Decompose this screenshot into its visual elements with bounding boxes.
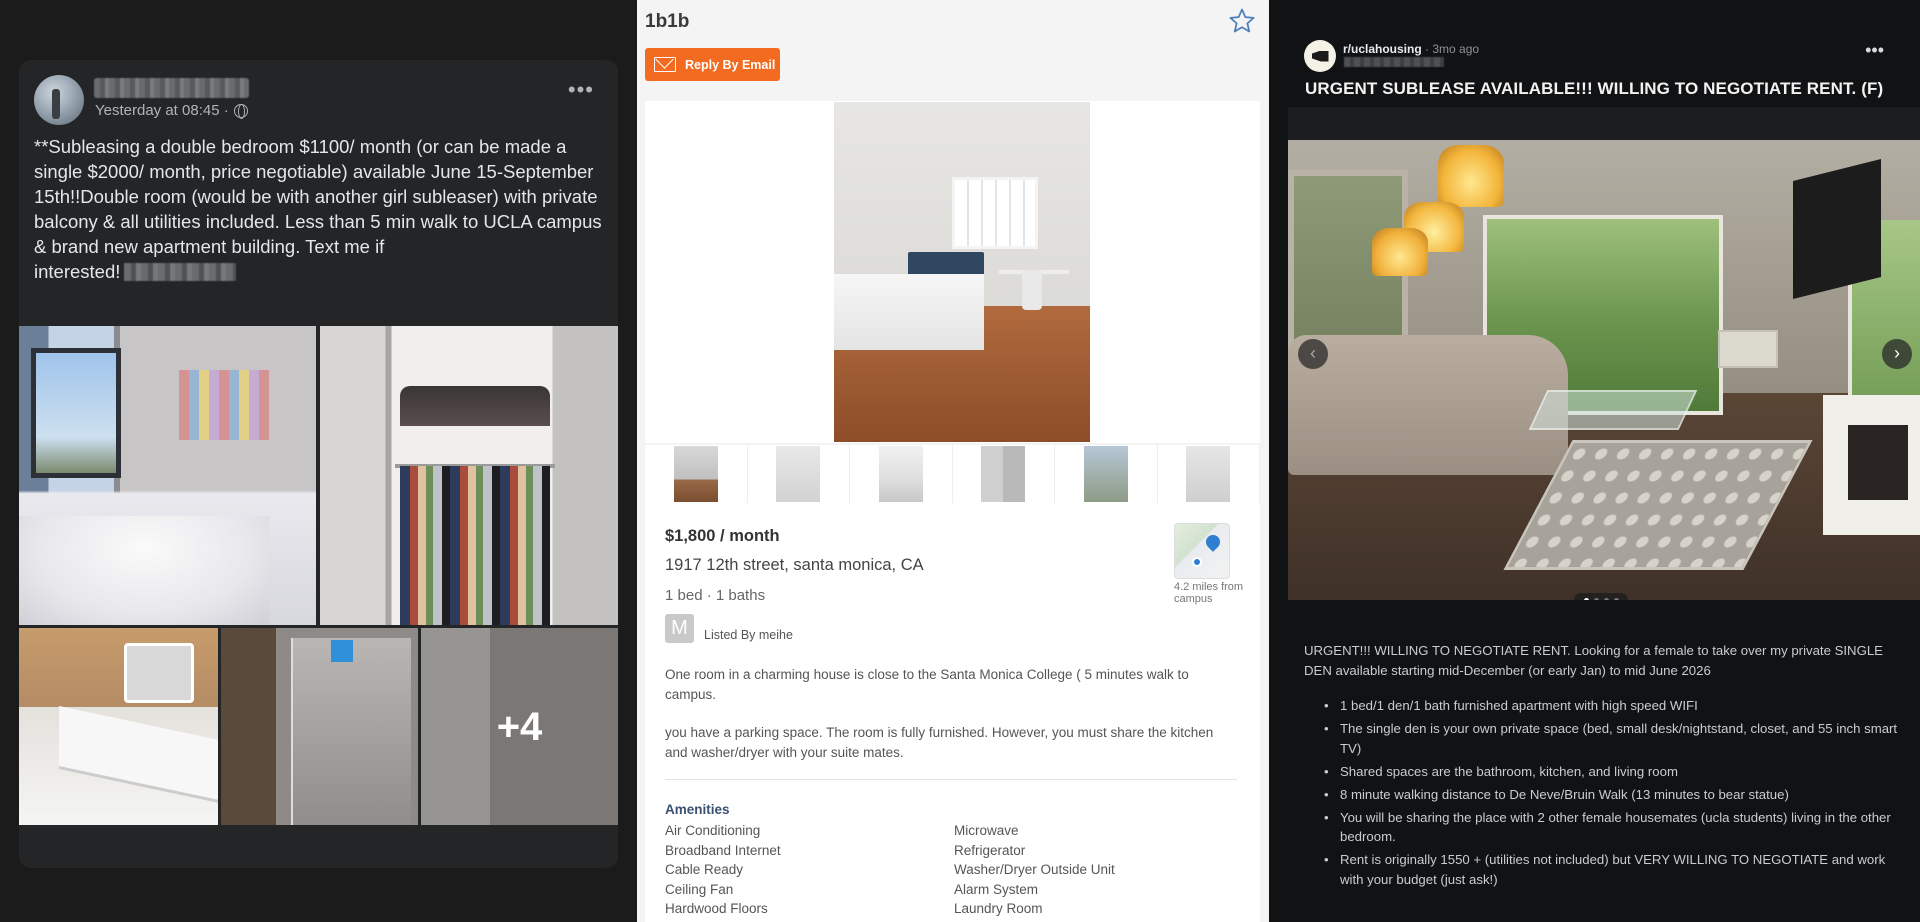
carousel-prev-icon[interactable]: ‹ [1298,339,1328,369]
amenity-item: Air Conditioning [665,823,761,838]
thumbnail[interactable] [850,445,953,503]
carousel-dot[interactable] [1603,597,1609,600]
author-name-redacted[interactable] [94,78,249,98]
listing-details: $1,800 / month 1917 12th street, santa m… [645,503,1260,922]
reply-by-email-label: Reply By Email [685,57,776,72]
amenity-item: Cable Ready [665,862,744,877]
post-meta: Yesterday at 08:45 · [95,102,248,119]
facebook-post-card: Yesterday at 08:45 · ••• **Subleasing a … [19,60,618,868]
ellipsis-icon[interactable]: ••• [568,79,594,101]
post-text-content: **Subleasing a double bedroom $1100/ mon… [34,136,602,282]
carousel-dot[interactable] [1593,597,1599,600]
amenity-item: Microwave [954,823,1019,838]
post-header: r/uclahousing · 3mo ago [1343,42,1479,56]
post-timestamp[interactable]: Yesterday at 08:45 · [95,102,229,119]
listing-main-photo[interactable] [834,102,1090,442]
listing-description-1: One room in a charming house is close to… [665,667,1189,702]
username-redacted[interactable] [1344,57,1444,67]
amenity-item: Laundry Room [954,901,1043,916]
lister-avatar: M [665,614,694,643]
living-room-photo[interactable] [1288,140,1920,600]
bullet-item: 1 bed/1 den/1 bath furnished apartment w… [1322,696,1912,716]
bullet-item: 8 minute walking distance to De Neve/Bru… [1322,785,1912,805]
post-bullet-list: 1 bed/1 den/1 bath furnished apartment w… [1322,696,1912,893]
image-carousel: ‹ › [1288,107,1920,600]
amenity-item: Refrigerator [954,842,1026,858]
star-icon[interactable] [1227,6,1257,36]
post-age: · 3mo ago [1425,42,1480,56]
amenities-left-column: Air Conditioning Broadband Internet Cabl… [665,821,781,919]
post-title[interactable]: URGENT SUBLEASE AVAILABLE!!! WILLING TO … [1305,79,1883,99]
listing-price: $1,800 / month [665,527,780,545]
listing-beds-baths: 1 bed · 1 baths [665,587,766,604]
carousel-next-icon[interactable]: › [1882,339,1912,369]
carousel-dot[interactable] [1613,597,1619,600]
thumbnail[interactable] [953,445,1055,503]
post-photo-vanity[interactable] [19,628,218,825]
bullet-item: Rent is originally 1550 + (utilities not… [1322,850,1912,889]
campus-dot-icon [1192,557,1202,567]
post-photo-bedroom[interactable] [19,326,316,625]
more-photos-count: +4 [496,705,543,749]
listing-description-2: you have a parking space. The room is fu… [665,725,1214,760]
post-photo-bathroom[interactable] [221,628,418,825]
bullet-item: Shared spaces are the bathroom, kitchen,… [1322,762,1912,782]
mail-icon [654,57,676,72]
amenities-title: Amenities [665,802,730,817]
amenities-right-column: Microwave Refrigerator Washer/Dryer Outs… [954,821,1115,919]
author-avatar[interactable] [34,75,84,125]
amenity-item: Broadband Internet [665,842,781,858]
divider [665,779,1237,780]
listing-thumbnail-strip [645,445,1260,503]
subreddit-link[interactable]: r/uclahousing [1343,42,1422,56]
bullet-item: The single den is your own private space… [1322,719,1912,758]
thumbnail[interactable] [645,445,748,503]
globe-icon [233,103,248,119]
amenity-item: Washer/Dryer Outside Unit [954,862,1115,877]
screenshot-collage: Yesterday at 08:45 · ••• **Subleasing a … [0,0,1920,922]
ellipsis-icon[interactable]: ••• [1865,41,1884,59]
amenity-item: Hardwood Floors [665,901,768,916]
carousel-dots [1574,593,1628,600]
listing-title: 1b1b [645,11,690,32]
post-photo-more[interactable]: +4 [421,628,618,825]
listed-by: Listed By meihe [704,628,793,642]
carousel-dot[interactable] [1583,597,1589,600]
post-body: URGENT!!! WILLING TO NEGOTIATE RENT. Loo… [1304,643,1883,678]
reddit-panel: r/uclahousing · 3mo ago ••• URGENT SUBLE… [1269,0,1920,922]
bullet-item: You will be sharing the place with 2 oth… [1322,808,1912,847]
subreddit-megaphone-icon[interactable] [1304,40,1336,72]
post-text: **Subleasing a double bedroom $1100/ mon… [34,134,604,284]
map-pin-icon [1203,532,1223,552]
thumbnail[interactable] [1158,445,1260,503]
listing-panel: 1b1b Reply By Email $1,800 / month 1917 … [637,0,1269,922]
thumbnail[interactable] [1055,445,1158,503]
distance-from-campus: 4.2 miles from campus [1174,581,1244,605]
thumbnail[interactable] [748,445,850,503]
reply-by-email-button[interactable]: Reply By Email [645,48,780,81]
amenity-item: Ceiling Fan [665,881,734,897]
listing-gallery [645,101,1260,443]
phone-number-redacted [124,263,237,281]
map-thumbnail[interactable] [1174,523,1230,579]
post-photo-closet[interactable] [320,326,618,625]
listing-address: 1917 12th street, santa monica, CA [665,556,924,574]
amenity-item: Alarm System [954,881,1039,897]
facebook-panel: Yesterday at 08:45 · ••• **Subleasing a … [0,0,637,922]
